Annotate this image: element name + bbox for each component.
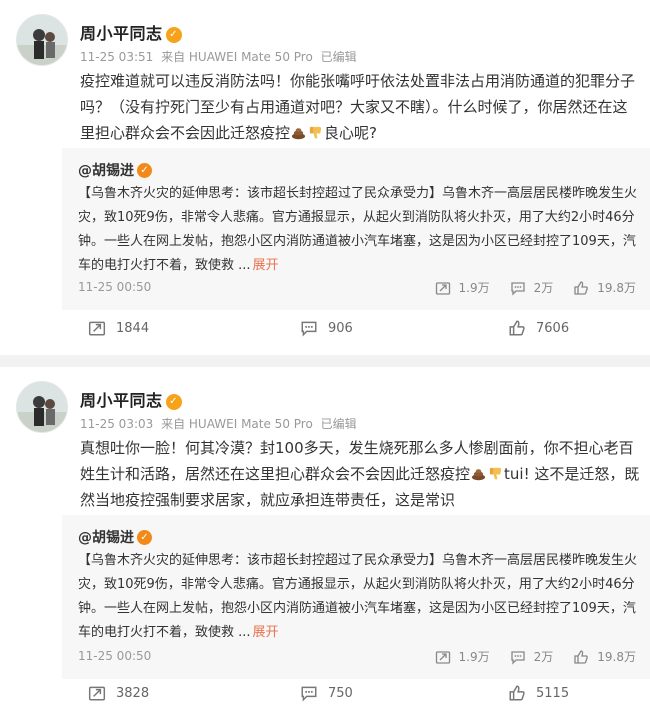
author-name-text[interactable]: 周小平同志	[80, 24, 163, 43]
repost-forward-count: 1.9万	[458, 281, 490, 295]
verified-badge-icon: ✓	[137, 163, 152, 178]
repost-icon	[88, 321, 106, 336]
edited-label: 已编辑	[320, 417, 357, 431]
author-name-text[interactable]: 周小平同志	[80, 391, 163, 410]
repost-like-count: 19.8万	[597, 650, 636, 664]
repost-icon	[435, 281, 450, 295]
comment-icon	[510, 650, 525, 665]
repost-author-name[interactable]: @胡锡进	[78, 530, 134, 546]
comment-count: 750	[328, 685, 353, 701]
comment-count: 906	[328, 320, 353, 336]
repost-title: 【乌鲁木齐火灾的延伸思考：该市超长封控超过了民众承受力】	[78, 186, 443, 201]
thumbs-up-icon	[509, 685, 525, 701]
thumbs-up-icon	[509, 320, 525, 336]
repost-comment-count: 2万	[533, 650, 554, 664]
repost-time[interactable]: 11-25 00:50	[78, 280, 151, 294]
repost-actions: 1.9万 2万 19.8万	[415, 279, 636, 296]
repost-title: 【乌鲁木齐火灾的延伸思考：该市超长封控超过了民众承受力】	[78, 553, 443, 568]
post-content: 真想吐你一脸！何其冷漠？封100多天，发生烧死那么多人惨剧面前，你不担心老百姓生…	[80, 435, 640, 513]
like-count: 7606	[536, 320, 570, 336]
repost-like-button[interactable]: 19.8万	[573, 279, 636, 296]
thumbs-up-icon	[574, 649, 589, 664]
repost-card[interactable]: @胡锡进 ✓ 【乌鲁木齐火灾的延伸思考：该市超长封控超过了民众承受力】乌鲁木齐一高…	[62, 148, 650, 310]
forward-button[interactable]: 1844	[88, 319, 149, 337]
repost-icon	[435, 650, 450, 664]
forward-button[interactable]: 3828	[88, 684, 149, 702]
repost-text: 【乌鲁木齐火灾的延伸思考：该市超长封控超过了民众承受力】乌鲁木齐一高层居民楼昨晚…	[78, 549, 643, 645]
repost-comment-button[interactable]: 2万	[510, 648, 554, 665]
weibo-feed: 周小平同志 ✓ 11-25 03:51 来自 HUAWEI Mate 50 Pro…	[0, 0, 650, 720]
post-source: 来自 HUAWEI Mate 50 Pro	[161, 50, 313, 64]
thumbs-up-icon	[574, 280, 589, 295]
post-actions: 1844 906 7606	[80, 308, 650, 348]
repost-author[interactable]: @胡锡进 ✓	[78, 160, 152, 180]
post-card: 周小平同志 ✓ 11-25 03:51 来自 HUAWEI Mate 50 Pro…	[0, 0, 650, 355]
comment-icon	[301, 686, 317, 702]
forward-count: 1844	[116, 320, 150, 336]
verified-badge-icon: ✓	[165, 394, 182, 410]
post-actions: 3828 750 5115	[80, 673, 650, 713]
poop-emoji-icon	[291, 128, 306, 140]
repost-comment-button[interactable]: 2万	[510, 279, 554, 296]
post-content: 疫控难道就可以违反消防法吗！你能张嘴呼吁依法处置非法占用消防通道的犯罪分子吗？（…	[80, 68, 640, 146]
forward-count: 3828	[116, 685, 150, 701]
avatar[interactable]	[16, 381, 68, 433]
repost-card[interactable]: @胡锡进 ✓ 【乌鲁木齐火灾的延伸思考：该市超长封控超过了民众承受力】乌鲁木齐一高…	[62, 515, 650, 679]
like-button[interactable]: 5115	[508, 684, 569, 702]
like-button[interactable]: 7606	[508, 319, 569, 337]
repost-like-count: 19.8万	[597, 281, 636, 295]
post-meta: 11-25 03:51 来自 HUAWEI Mate 50 Pro 已编辑	[80, 48, 361, 65]
comment-button[interactable]: 906	[300, 319, 353, 337]
repost-actions: 1.9万 2万 19.8万	[415, 648, 636, 665]
post-time[interactable]: 11-25 03:03	[80, 417, 153, 431]
repost-forward-count: 1.9万	[458, 650, 490, 664]
poop-emoji-icon	[471, 469, 486, 481]
post-source: 来自 HUAWEI Mate 50 Pro	[161, 417, 313, 431]
author-name[interactable]: 周小平同志 ✓	[80, 20, 182, 44]
repost-forward-button[interactable]: 1.9万	[435, 648, 490, 665]
repost-icon	[88, 686, 106, 701]
comment-icon	[301, 321, 317, 337]
comment-button[interactable]: 750	[300, 684, 353, 702]
thumbs-down-emoji-icon	[309, 126, 322, 139]
post-meta: 11-25 03:03 来自 HUAWEI Mate 50 Pro 已编辑	[80, 415, 361, 432]
comment-icon	[510, 281, 525, 296]
verified-badge-icon: ✓	[137, 530, 152, 545]
post-card: 周小平同志 ✓ 11-25 03:03 来自 HUAWEI Mate 50 Pro…	[0, 367, 650, 720]
avatar[interactable]	[16, 14, 68, 66]
repost-like-button[interactable]: 19.8万	[573, 648, 636, 665]
post-text-tail: 良心呢?	[324, 124, 377, 142]
repost-author-name[interactable]: @胡锡进	[78, 163, 134, 179]
repost-comment-count: 2万	[533, 281, 554, 295]
repost-text: 【乌鲁木齐火灾的延伸思考：该市超长封控超过了民众承受力】乌鲁木齐一高层居民楼昨晚…	[78, 182, 643, 278]
expand-link[interactable]: 展开	[253, 625, 279, 640]
expand-link[interactable]: 展开	[253, 258, 279, 273]
thumbs-down-emoji-icon	[489, 467, 502, 480]
like-count: 5115	[536, 685, 570, 701]
repost-author[interactable]: @胡锡进 ✓	[78, 527, 152, 547]
post-time[interactable]: 11-25 03:51	[80, 50, 153, 64]
author-name[interactable]: 周小平同志 ✓	[80, 387, 182, 411]
verified-badge-icon: ✓	[165, 27, 182, 43]
edited-label: 已编辑	[320, 50, 357, 64]
repost-forward-button[interactable]: 1.9万	[435, 279, 490, 296]
repost-time[interactable]: 11-25 00:50	[78, 649, 151, 663]
